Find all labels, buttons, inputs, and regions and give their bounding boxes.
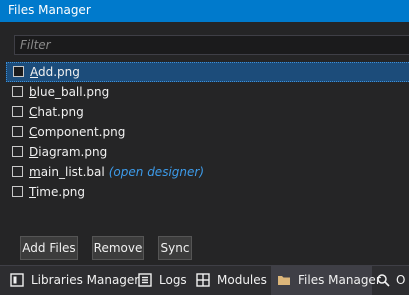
tab-logs[interactable]: Logs <box>138 266 190 295</box>
file-label: Diagram.png <box>29 145 108 159</box>
file-list: Add.png blue_ball.png Chat.png Component… <box>6 62 409 202</box>
file-checkbox[interactable] <box>12 186 23 197</box>
bottom-tab-bar: Libraries Manager Logs Modules Files Man… <box>0 265 409 295</box>
tab-label: Modules <box>217 273 267 287</box>
file-checkbox[interactable] <box>12 146 23 157</box>
modules-icon <box>196 273 210 287</box>
tab-files-manager[interactable]: Files Manager <box>271 266 381 295</box>
files-manager-panel: Filter Add.png blue_ball.png Chat.png Co… <box>0 22 409 265</box>
add-files-button[interactable]: Add Files <box>20 236 78 260</box>
open-designer-link[interactable]: (open designer) <box>109 165 204 179</box>
tab-label: Libraries Manager <box>31 273 140 287</box>
file-checkbox[interactable] <box>13 66 24 77</box>
logs-icon <box>138 273 152 287</box>
file-item-add[interactable]: Add.png <box>6 62 409 82</box>
tab-label: Files Manager <box>298 273 381 287</box>
folder-icon <box>278 276 290 285</box>
file-item-diagram[interactable]: Diagram.png <box>6 142 409 162</box>
tab-modules[interactable]: Modules <box>196 266 270 295</box>
file-checkbox[interactable] <box>12 106 23 117</box>
tab-libraries-manager[interactable]: Libraries Manager <box>10 266 139 295</box>
file-label: Add.png <box>30 65 80 79</box>
file-checkbox[interactable] <box>12 86 23 97</box>
file-item-time[interactable]: Time.png <box>6 182 409 202</box>
tab-label: Logs <box>159 273 187 287</box>
file-item-main-list[interactable]: main_list.bal (open designer) <box>6 162 409 182</box>
libraries-icon <box>10 273 24 287</box>
file-label: Chat.png <box>29 105 84 119</box>
title-bar: Files Manager <box>0 0 409 22</box>
search-icon <box>377 274 390 287</box>
file-label: blue_ball.png <box>29 85 110 99</box>
tab-label: O <box>396 273 406 287</box>
file-checkbox[interactable] <box>12 166 23 177</box>
remove-button[interactable]: Remove <box>92 236 144 260</box>
file-item-blue-ball[interactable]: blue_ball.png <box>6 82 409 102</box>
filter-input[interactable]: Filter <box>14 35 409 55</box>
file-label: Component.png <box>29 125 126 139</box>
sync-button[interactable]: Sync <box>158 236 192 260</box>
file-item-component[interactable]: Component.png <box>6 122 409 142</box>
file-checkbox[interactable] <box>12 126 23 137</box>
file-item-chat[interactable]: Chat.png <box>6 102 409 122</box>
file-label: Time.png <box>29 185 86 199</box>
file-label: main_list.bal (open designer) <box>29 165 204 179</box>
window-title: Files Manager <box>8 3 91 17</box>
tab-overflow[interactable]: O <box>376 266 409 295</box>
